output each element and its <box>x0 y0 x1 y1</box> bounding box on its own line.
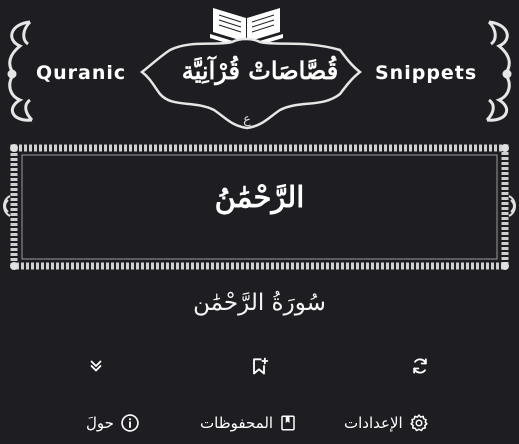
nav-settings[interactable]: الإعدادات <box>344 410 429 436</box>
expand-button[interactable] <box>84 354 108 378</box>
app-title-arabic: قُصَّاصَاتْ قُرْآنِيَّة <box>181 56 339 85</box>
brand-right-text: Snippets <box>375 62 478 84</box>
saved-book-icon <box>281 415 295 431</box>
bookmark-add-button[interactable] <box>247 354 271 378</box>
gear-icon <box>410 414 428 432</box>
left-scroll-ornament <box>7 20 34 122</box>
surah-name: سُورَةُ الرَّحْمَٰن <box>193 290 326 316</box>
verse-text: الرَّحْمَٰنُ <box>214 180 305 214</box>
nav-saved-label: المحفوظات <box>200 414 274 432</box>
refresh-button[interactable] <box>408 354 432 378</box>
bookmark-add-icon <box>253 357 269 375</box>
right-scroll-ornament <box>485 20 512 122</box>
banner-small-mark: ع <box>243 112 251 127</box>
info-icon <box>121 414 139 432</box>
brand-left-text: Quranic <box>36 62 127 84</box>
verse-card: الرَّحْمَٰنُ <box>0 140 519 270</box>
nav-settings-label: الإعدادات <box>344 414 403 432</box>
nav-about-label: حولَ <box>86 414 114 432</box>
chevrons-down-icon <box>90 360 102 372</box>
header-banner: Quranic قُصَّاصَاتْ قُرْآنِيَّة Snippets… <box>0 0 519 140</box>
nav-saved[interactable]: المحفوظات <box>200 410 297 436</box>
refresh-icon <box>413 358 427 374</box>
nav-about[interactable]: حولَ <box>86 410 140 436</box>
